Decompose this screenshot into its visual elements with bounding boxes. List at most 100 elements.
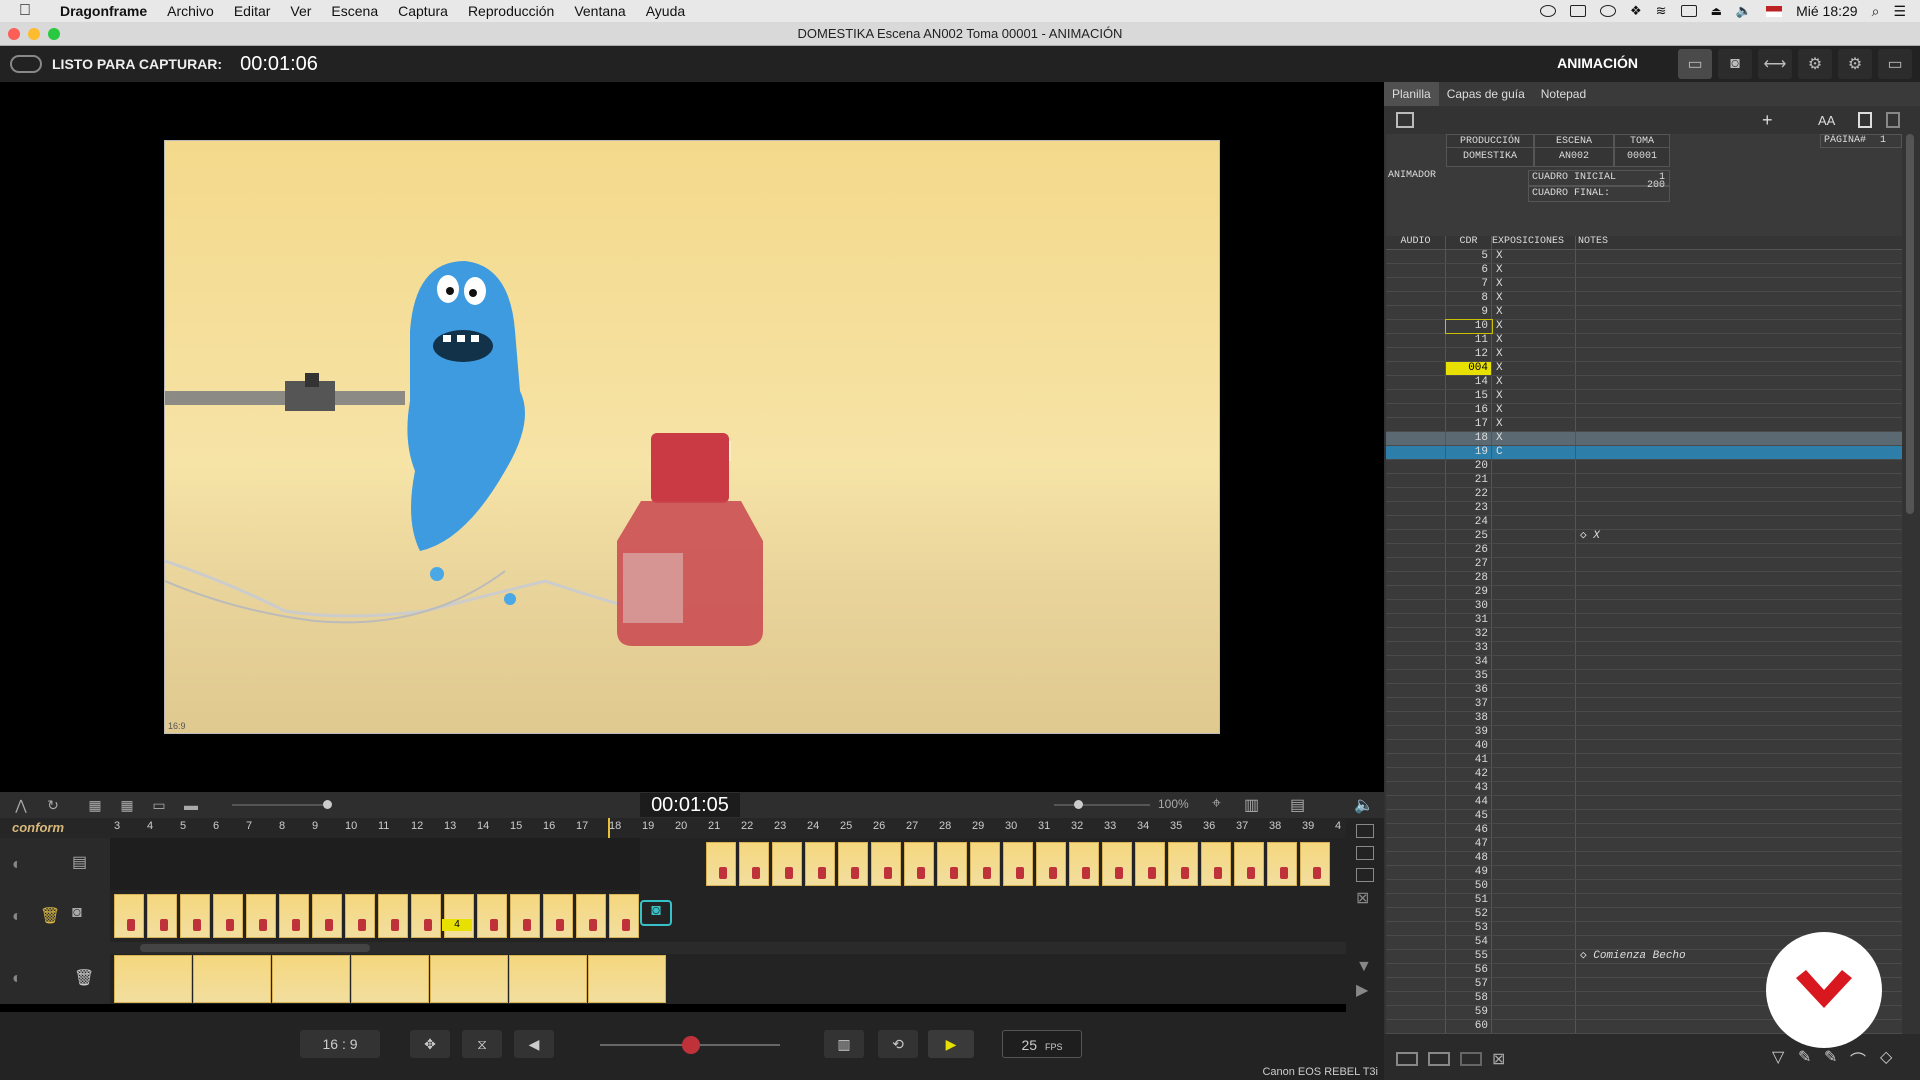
sheet-row[interactable]: 33 <box>1386 642 1902 656</box>
cdr-cell[interactable]: 41 <box>1446 754 1492 767</box>
cdr-cell[interactable]: 58 <box>1446 992 1492 1005</box>
sheet-row[interactable]: 5X <box>1386 250 1902 264</box>
notes-cell[interactable] <box>1576 670 1902 683</box>
reference-frame-thumb[interactable] <box>1234 842 1264 886</box>
notes-cell[interactable] <box>1576 474 1902 487</box>
cdr-cell[interactable]: 37 <box>1446 698 1492 711</box>
exposure-cell[interactable] <box>1492 460 1576 473</box>
audio-cell[interactable] <box>1386 838 1446 851</box>
audio-cell[interactable] <box>1386 614 1446 627</box>
motion-mode-button[interactable]: ⟷ <box>1758 49 1792 79</box>
live-view-frame[interactable]: 16:9 <box>164 140 1220 734</box>
cdr-cell[interactable]: 42 <box>1446 768 1492 781</box>
notes-cell[interactable] <box>1576 726 1902 739</box>
notes-cell[interactable] <box>1576 684 1902 697</box>
sheet-row[interactable]: 12 X <box>1386 348 1902 362</box>
reference-frame-thumb[interactable] <box>1135 842 1165 886</box>
reference-frame-thumb[interactable] <box>1102 842 1132 886</box>
add-frame-icon[interactable]: + <box>1762 110 1773 131</box>
sheet-row[interactable]: 22 <box>1386 488 1902 502</box>
captured-frame-thumb[interactable] <box>114 894 144 938</box>
frame-icon[interactable]: ▭ <box>148 797 170 813</box>
sheet-row[interactable]: 52 <box>1386 908 1902 922</box>
tab-planilla[interactable]: Planilla <box>1384 82 1439 106</box>
captured-frame-thumb[interactable] <box>279 894 309 938</box>
zoom-slider[interactable] <box>1054 800 1150 809</box>
reference-frame-thumb[interactable] <box>838 842 868 886</box>
sheet-row[interactable]: 32 <box>1386 628 1902 642</box>
pagina-value[interactable]: 1 <box>1880 135 1886 146</box>
frame-view-icon[interactable] <box>1396 1052 1418 1066</box>
wifi-icon[interactable]: ≋ <box>1656 3 1667 19</box>
exposure-cell[interactable] <box>1492 880 1576 893</box>
audio-cell[interactable] <box>1386 1020 1446 1033</box>
fit-icon[interactable] <box>1356 846 1374 860</box>
exposure-cell[interactable] <box>1492 922 1576 935</box>
reference-frame-thumb[interactable] <box>1069 842 1099 886</box>
audio-cell[interactable] <box>1386 292 1446 305</box>
cdr-cell[interactable]: 56 <box>1446 964 1492 977</box>
pen-tool-icon[interactable]: ✎ <box>1798 1047 1811 1067</box>
notes-cell[interactable] <box>1576 516 1902 529</box>
audio-cell[interactable] <box>1386 376 1446 389</box>
audio-cell[interactable] <box>1386 418 1446 431</box>
cdr-cell[interactable]: 40 <box>1446 740 1492 753</box>
menu-captura[interactable]: Captura <box>388 3 458 19</box>
audio-cell[interactable] <box>1386 404 1446 417</box>
audio-cell[interactable] <box>1386 488 1446 501</box>
reference-frame-thumb[interactable] <box>706 842 736 886</box>
audio-cell[interactable] <box>1386 810 1446 823</box>
exposure-cell[interactable]: X <box>1492 376 1576 389</box>
fps-value[interactable]: 25 <box>1022 1037 1038 1053</box>
exposure-cell[interactable]: X <box>1492 404 1576 417</box>
cdr-cell[interactable]: 25 <box>1446 530 1492 543</box>
eraser-tool-icon[interactable]: ◇ <box>1880 1047 1892 1067</box>
storyboard-frame-thumb[interactable] <box>272 955 350 1003</box>
menu-archivo[interactable]: Archivo <box>157 3 224 19</box>
short-play-icon[interactable]: ▥ <box>824 1030 864 1058</box>
frame-icon[interactable] <box>1356 824 1374 838</box>
sheet-row[interactable]: 26 <box>1386 544 1902 558</box>
sheet-row[interactable]: 40 <box>1386 740 1902 754</box>
camera-icon[interactable]: ◙ <box>72 904 82 922</box>
captured-frame-thumb[interactable] <box>576 894 606 938</box>
audio-cell[interactable] <box>1386 866 1446 879</box>
cdr-cell[interactable]: 31 <box>1446 614 1492 627</box>
grid-view-icon[interactable] <box>1858 112 1872 128</box>
menu-editar[interactable]: Editar <box>224 3 281 19</box>
cdr-cell[interactable]: 20 <box>1446 460 1492 473</box>
playback-slider[interactable] <box>600 1036 780 1054</box>
audio-cell[interactable] <box>1386 894 1446 907</box>
exposure-cell[interactable] <box>1492 782 1576 795</box>
notes-cell[interactable] <box>1576 614 1902 627</box>
timeline-ruler[interactable]: conform 3 4 5 6 7 8 9 10 11 12 13 14 15 16 17 18 19 20 21 2… <box>0 818 1384 838</box>
menu-app[interactable]: Dragonframe <box>50 3 157 19</box>
storyboard-frame-thumb[interactable] <box>588 955 666 1003</box>
notes-cell[interactable] <box>1576 740 1902 753</box>
sheet-row[interactable]: 15 X <box>1386 390 1902 404</box>
notes-cell[interactable] <box>1576 278 1902 291</box>
cdr-cell[interactable]: 43 <box>1446 782 1492 795</box>
flag-icon[interactable] <box>1766 5 1783 17</box>
sheet-row[interactable]: 41 <box>1386 754 1902 768</box>
slider-knob[interactable] <box>323 800 332 809</box>
audio-cell[interactable] <box>1386 460 1446 473</box>
cdr-cell[interactable]: 52 <box>1446 908 1492 921</box>
sheet-row[interactable]: 24 <box>1386 516 1902 530</box>
notes-cell[interactable] <box>1576 866 1902 879</box>
exposure-cell[interactable]: X <box>1492 320 1576 333</box>
notes-cell[interactable] <box>1576 838 1902 851</box>
audio-cell[interactable] <box>1386 544 1446 557</box>
sheet-row[interactable]: 51 <box>1386 894 1902 908</box>
record-icon[interactable] <box>1540 5 1557 17</box>
cdr-cell[interactable]: 55 <box>1446 950 1492 963</box>
zoom-slider-knob[interactable] <box>1074 800 1083 809</box>
exposure-cell[interactable] <box>1492 670 1576 683</box>
reference-frame-thumb[interactable] <box>871 842 901 886</box>
cdr-cell[interactable]: 50 <box>1446 880 1492 893</box>
audio-cell[interactable] <box>1386 754 1446 767</box>
apple-icon[interactable]:  <box>0 2 50 20</box>
cdr-cell[interactable]: 28 <box>1446 572 1492 585</box>
reference-frame-thumb[interactable] <box>739 842 769 886</box>
notes-cell[interactable] <box>1576 768 1902 781</box>
